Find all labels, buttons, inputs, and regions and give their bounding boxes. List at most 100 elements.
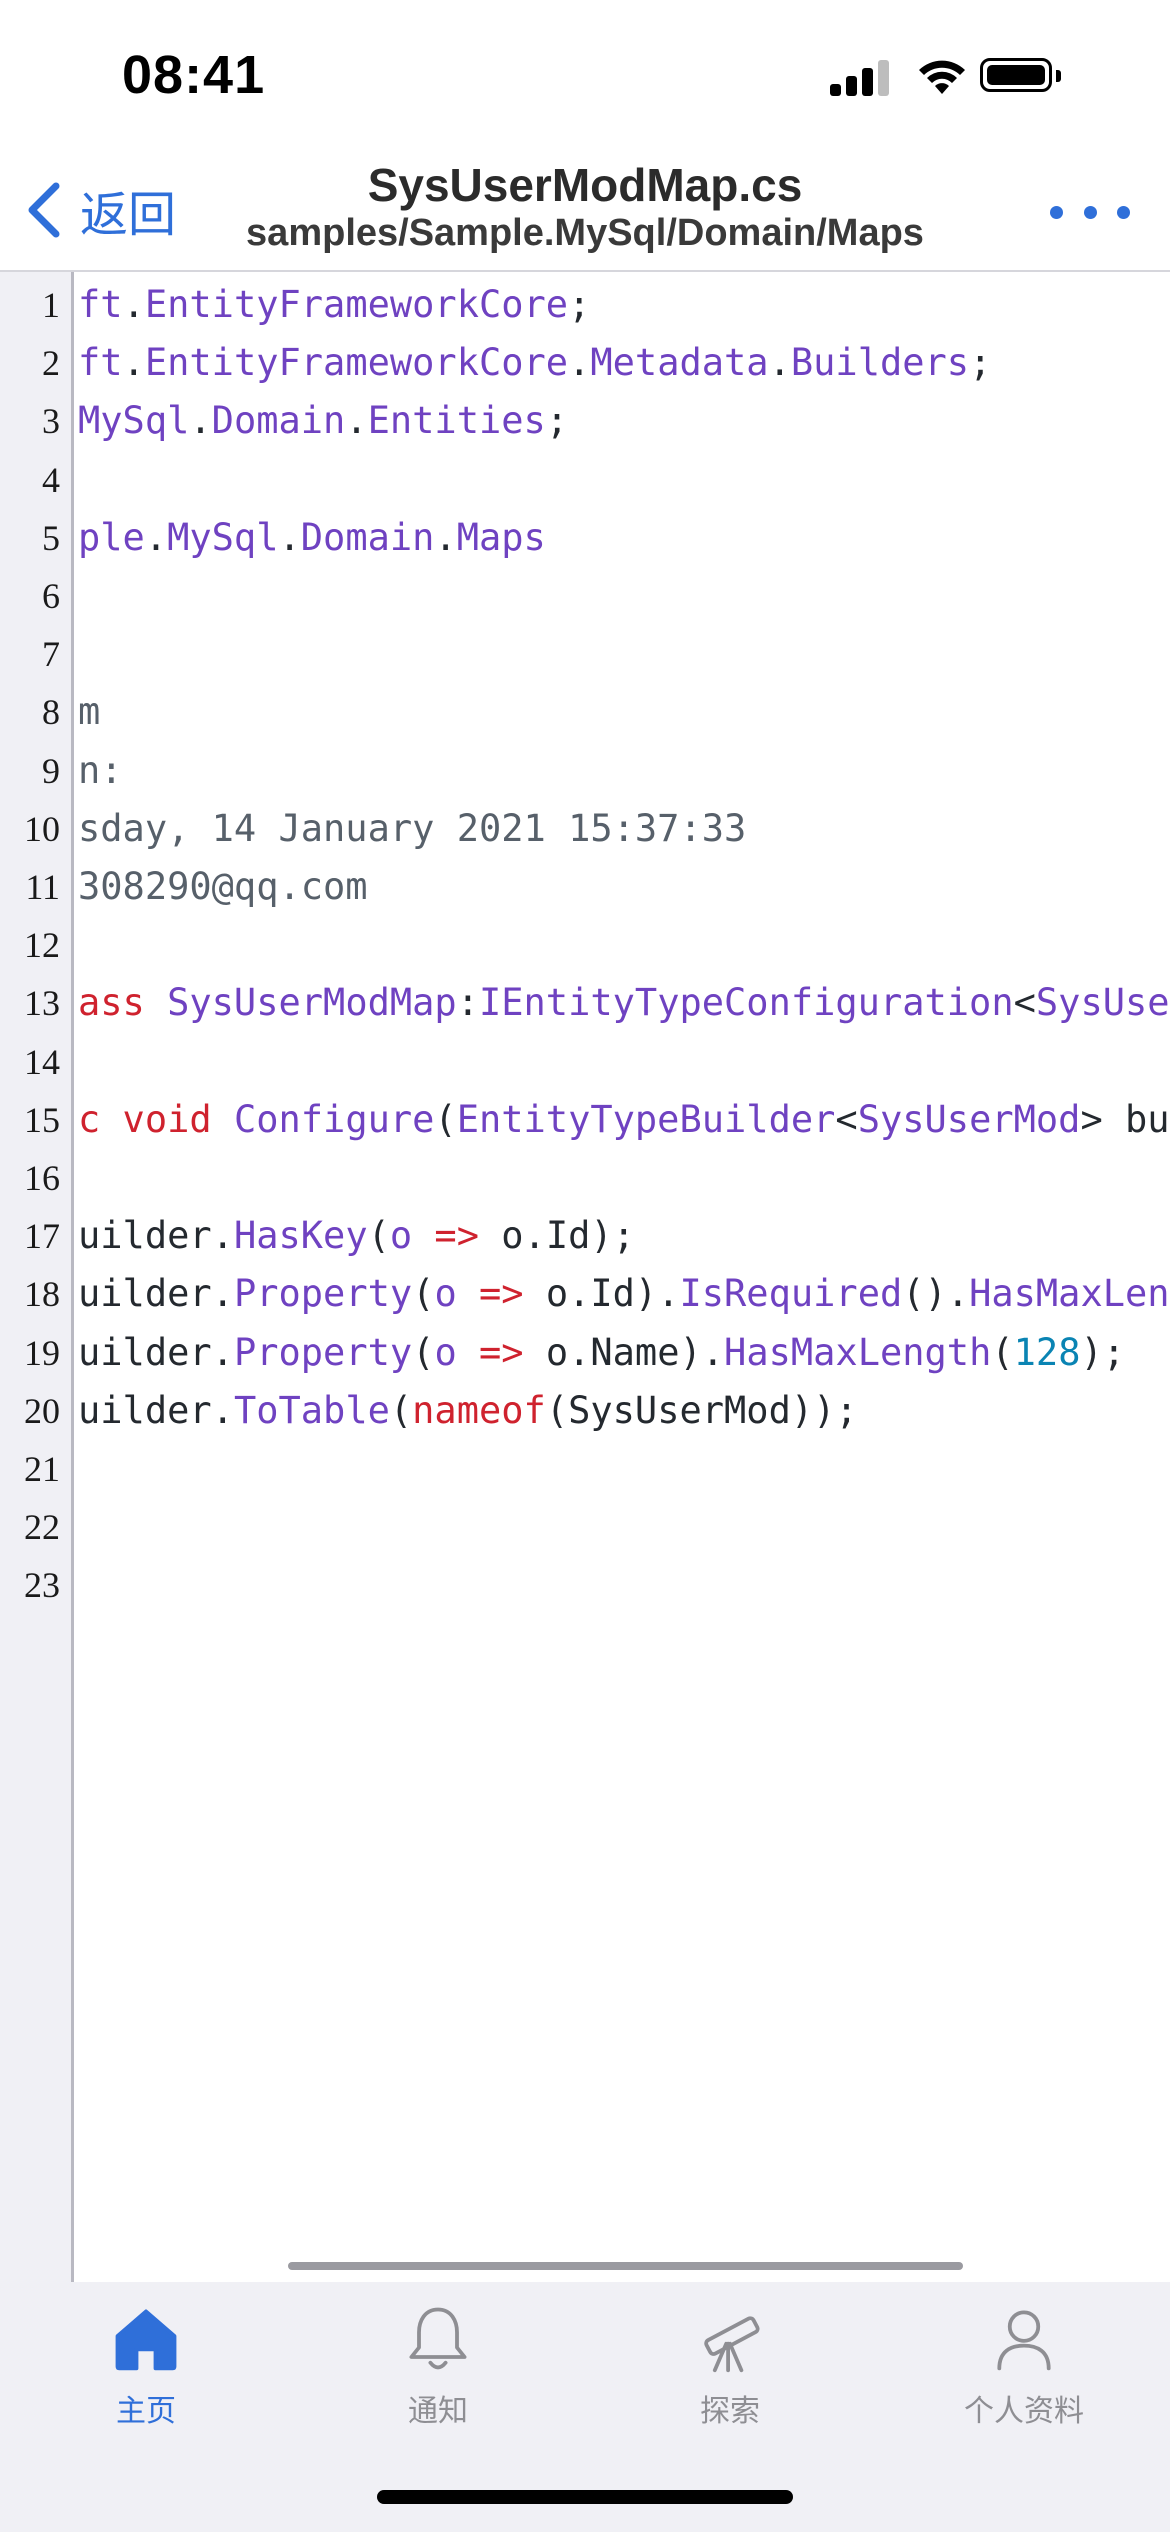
status-bar: 08:41 (0, 0, 1170, 150)
status-icons (830, 56, 1090, 100)
code-token: => (456, 1272, 546, 1316)
tab-home[interactable]: 主页 (46, 2300, 246, 2430)
line-number: 18 (24, 1274, 60, 1315)
code-line: 3 MySql.Domain.Entities; (0, 392, 1170, 450)
line-number: 21 (24, 1449, 60, 1489)
tab-explore[interactable]: 探索 (630, 2300, 830, 2430)
code-token: MySql (78, 399, 190, 443)
code-token: (SysUserMod)); (545, 1388, 858, 1432)
code-token: . (122, 341, 145, 385)
code-line: 20 uilder.ToTable(nameof(SysUserMod)); (0, 1382, 1170, 1440)
code-line: 2 ft.EntityFrameworkCore.Metadata.Builder… (0, 334, 1170, 392)
code-token: m (78, 690, 101, 734)
code-token: uilder. (78, 1388, 234, 1432)
code-line: 14 (0, 1033, 1170, 1091)
battery-icon (980, 58, 1052, 92)
code-token: o.Id); (501, 1214, 635, 1258)
code-line: 8m (0, 683, 1170, 741)
code-token: SysUserMod (857, 1097, 1081, 1141)
code-token: => (412, 1214, 502, 1258)
code-text: 308290@qq.com (78, 858, 368, 916)
code-token: Property (233, 1330, 413, 1374)
code-token: . (434, 515, 457, 559)
line-number: 3 (42, 401, 60, 442)
code-line: 6 (0, 567, 1170, 625)
file-path: samples/Sample.MySql/Domain/Maps (246, 212, 924, 254)
code-token: (). (902, 1272, 970, 1316)
page-title: SysUserModMap.cs (367, 159, 803, 211)
code-token: ( (367, 1214, 390, 1258)
code-token: 128 (1013, 1330, 1081, 1374)
code-token: o.Name). (545, 1330, 725, 1374)
code-token: < (1013, 981, 1036, 1025)
tab-notifications[interactable]: 通知 (338, 2300, 538, 2430)
more-button[interactable] (1050, 192, 1130, 232)
code-token: => (456, 1330, 546, 1374)
code-token: Configure (233, 1097, 435, 1141)
line-number: 11 (25, 867, 60, 907)
line-number: 17 (24, 1216, 60, 1257)
home-indicator[interactable] (377, 2490, 793, 2504)
tab-label: 通知 (408, 2394, 468, 2429)
line-number: 22 (24, 1507, 60, 1548)
code-line: 10 sday, 14 January 2021 15:37:33 (0, 800, 1170, 858)
line-number: 9 (42, 750, 60, 791)
code-token: ; (545, 399, 569, 443)
code-token: ToTable (233, 1388, 390, 1432)
code-line: 23 (0, 1556, 1170, 1614)
wifi-icon (919, 60, 965, 94)
more-dots-icon (1050, 205, 1063, 219)
code-token: ; (568, 283, 591, 326)
code-token: c void (78, 1097, 234, 1141)
code-token: uilder. (78, 1214, 234, 1258)
code-token: MySql (167, 515, 279, 559)
code-token: ft (78, 341, 123, 385)
code-token: ( (412, 1330, 435, 1374)
code-text: c void Configure(EntityTypeBuilder<SysUs… (78, 1091, 1170, 1149)
code-token: Property (233, 1272, 413, 1316)
code-viewer[interactable]: 1 ft.EntityFrameworkCore; 2 ft.EntityFramew… (0, 272, 1170, 2282)
line-number: 20 (24, 1390, 60, 1431)
code-token: ( (991, 1330, 1014, 1374)
home-icon (115, 2309, 177, 2371)
line-number: 8 (42, 692, 60, 733)
code-token: . (278, 515, 301, 559)
code-line: 9 n: (0, 742, 1170, 800)
code-token: nameof (412, 1388, 546, 1432)
code-token: : (456, 981, 479, 1025)
code-token: Builders (790, 341, 970, 385)
person-icon (997, 2310, 1051, 2371)
code-line: 11 308290@qq.com (0, 858, 1170, 916)
code-line: 4 (0, 451, 1170, 509)
code-text: ass SysUserModMap:IEntityTypeConfigurati… (78, 974, 1170, 1032)
code-token: ; (969, 341, 992, 385)
code-text: ple.MySql.Domain.Maps (78, 509, 546, 567)
code-token: ); (1080, 1330, 1126, 1374)
code-token: ple (78, 515, 145, 559)
code-token: ( (412, 1272, 435, 1316)
code-text: uilder.Property(o => o.Name).HasMaxLengt… (78, 1324, 1125, 1382)
code-line: 21 (0, 1440, 1170, 1498)
code-token: EntityFrameworkCore (144, 283, 569, 326)
tab-profile[interactable]: 个人资料 (924, 2300, 1124, 2430)
code-token: . (568, 341, 591, 385)
horizontal-scrollbar[interactable] (288, 2262, 963, 2270)
code-token: o (389, 1214, 413, 1258)
line-number: 14 (24, 1041, 60, 1082)
line-number: 7 (42, 634, 60, 675)
bell-icon (409, 2307, 467, 2370)
tab-label: 探索 (700, 2394, 760, 2429)
code-text: m (78, 683, 100, 741)
back-button[interactable]: 返回 (22, 170, 202, 250)
code-token: o (434, 1330, 457, 1374)
code-token: ft (78, 283, 123, 326)
line-number: 4 (42, 459, 60, 500)
line-number: 16 (24, 1158, 60, 1198)
code-token: . (768, 341, 791, 385)
code-token: 308290@qq.com (78, 865, 368, 908)
code-token: o (434, 1272, 457, 1316)
code-token: HasMaxLength (969, 1272, 1170, 1316)
code-token: o.Id). (545, 1272, 680, 1316)
line-number: 19 (24, 1332, 60, 1373)
code-line: 18 uilder.Property(o => o.Id).IsRequired(… (0, 1265, 1170, 1323)
